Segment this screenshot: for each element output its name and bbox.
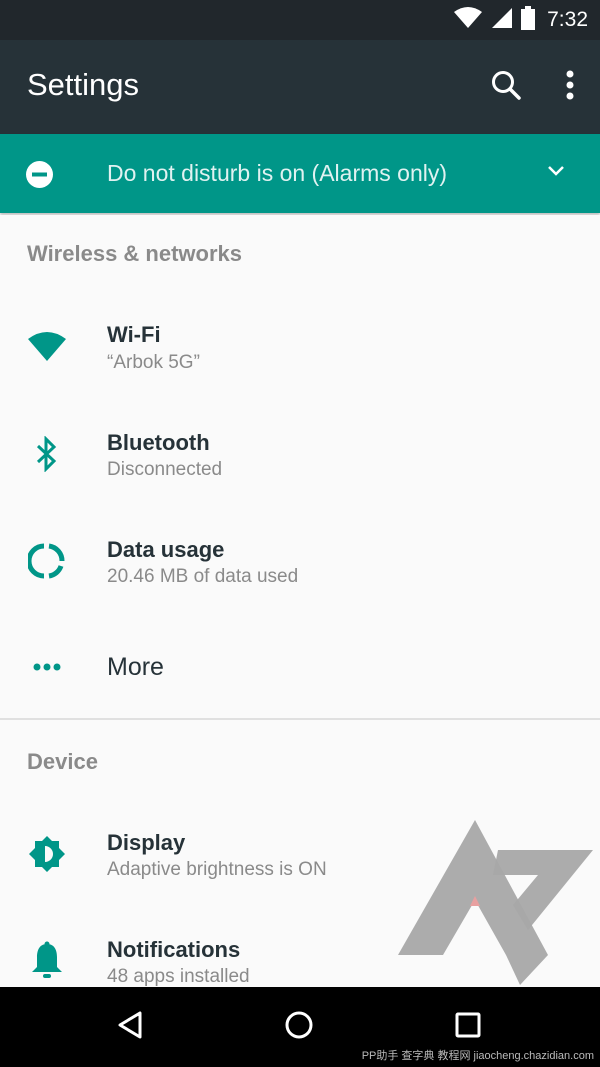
bluetooth-icon <box>26 433 68 475</box>
section-header-wireless: Wireless & networks <box>27 241 242 266</box>
watermark-logo <box>398 820 598 990</box>
item-subtitle: “Arbok 5G” <box>107 352 200 373</box>
recents-button[interactable] <box>448 1007 488 1047</box>
settings-item-bluetooth[interactable]: Bluetooth Disconnected <box>0 403 600 503</box>
wifi-signal-icon <box>453 6 483 34</box>
settings-item-data-usage[interactable]: Data usage 20.46 MB of data used <box>0 510 600 610</box>
settings-item-wifi[interactable]: Wi-Fi “Arbok 5G” <box>0 295 600 395</box>
settings-item-more[interactable]: More <box>0 617 600 717</box>
back-icon <box>117 1011 143 1044</box>
item-title: More <box>107 653 164 681</box>
more-dots-icon <box>26 646 68 688</box>
item-subtitle: Disconnected <box>107 459 223 480</box>
navigation-bar: PP助手 查字典 教程网 jiaocheng.chazidian.com <box>0 987 600 1067</box>
dnd-minus-icon <box>26 161 53 193</box>
dnd-banner[interactable]: Do not disturb is on (Alarms only) <box>0 134 600 213</box>
watermark-text: PP助手 查字典 教程网 jiaocheng.chazidian.com <box>361 1050 594 1062</box>
bell-icon <box>26 940 68 982</box>
back-button[interactable] <box>110 1007 150 1047</box>
item-subtitle: 48 apps installed <box>107 966 250 987</box>
chevron-down-icon[interactable] <box>546 164 566 183</box>
page-title: Settings <box>27 67 140 102</box>
data-usage-icon <box>26 540 68 582</box>
dnd-status-text: Do not disturb is on (Alarms only) <box>107 160 448 186</box>
status-bar: 7:32 <box>0 0 600 40</box>
home-icon <box>284 1010 314 1045</box>
battery-icon <box>521 5 536 35</box>
recents-icon <box>455 1012 481 1043</box>
item-title: Display <box>107 830 186 855</box>
cell-signal-icon <box>491 7 513 34</box>
app-toolbar: Settings <box>0 40 600 134</box>
overflow-menu-icon <box>565 70 575 105</box>
item-title: Wi-Fi <box>107 322 161 347</box>
overflow-menu-button[interactable] <box>552 69 588 105</box>
item-title: Bluetooth <box>107 430 210 455</box>
wifi-icon <box>26 325 68 367</box>
home-button[interactable] <box>279 1007 319 1047</box>
search-icon <box>490 69 522 106</box>
item-subtitle: Adaptive brightness is ON <box>107 859 327 880</box>
status-time: 7:32 <box>547 8 588 31</box>
item-title: Data usage <box>107 537 225 562</box>
display-brightness-icon <box>26 833 68 875</box>
section-divider <box>0 718 600 720</box>
item-title: Notifications <box>107 937 241 962</box>
search-button[interactable] <box>488 69 524 105</box>
item-subtitle: 20.46 MB of data used <box>107 566 299 587</box>
section-header-device: Device <box>27 749 98 774</box>
